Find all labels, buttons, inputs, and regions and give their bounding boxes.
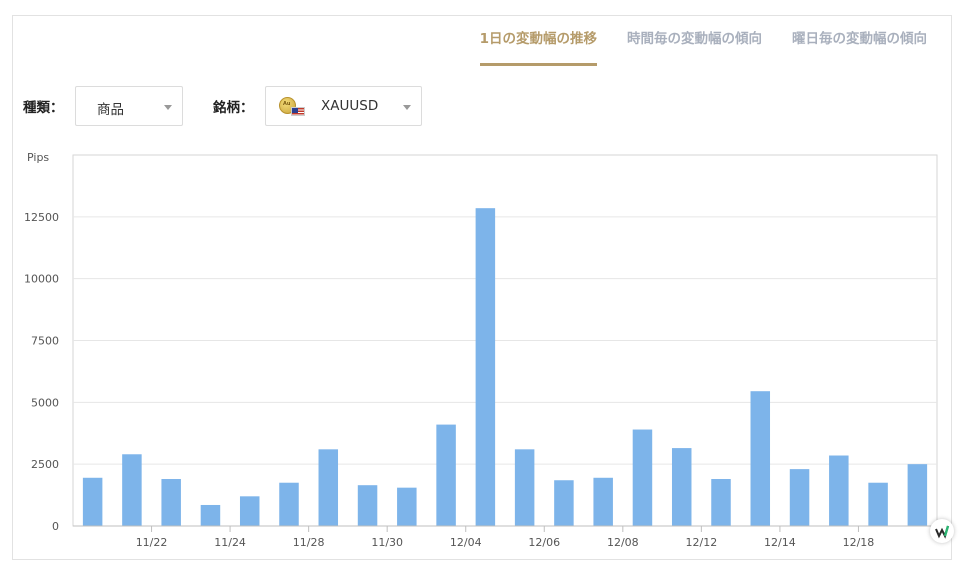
type-label: 種類：	[23, 100, 64, 116]
chevron-down-icon	[403, 105, 411, 110]
watermark-logo-icon	[930, 519, 954, 543]
symbol-select[interactable]: Au XAUUSD	[265, 86, 422, 126]
coin-icon-text: Au	[283, 101, 291, 107]
type-select-value: 商品	[97, 102, 124, 118]
tab-daily-range-trend[interactable]: 1日の変動幅の推移	[479, 30, 597, 66]
chevron-down-icon	[164, 105, 172, 110]
tab-weekday-range-tendency[interactable]: 曜日毎の変動幅の傾向	[792, 30, 927, 66]
type-select[interactable]: 商品	[75, 86, 183, 126]
symbol-label: 銘柄：	[213, 100, 254, 116]
tab-bar: 1日の変動幅の推移 時間毎の変動幅の傾向 曜日毎の変動幅の傾向	[479, 30, 927, 66]
us-flag-icon	[291, 107, 305, 116]
tab-hourly-range-tendency[interactable]: 時間毎の変動幅の傾向	[627, 30, 762, 66]
symbol-select-value: XAUUSD	[321, 98, 379, 114]
